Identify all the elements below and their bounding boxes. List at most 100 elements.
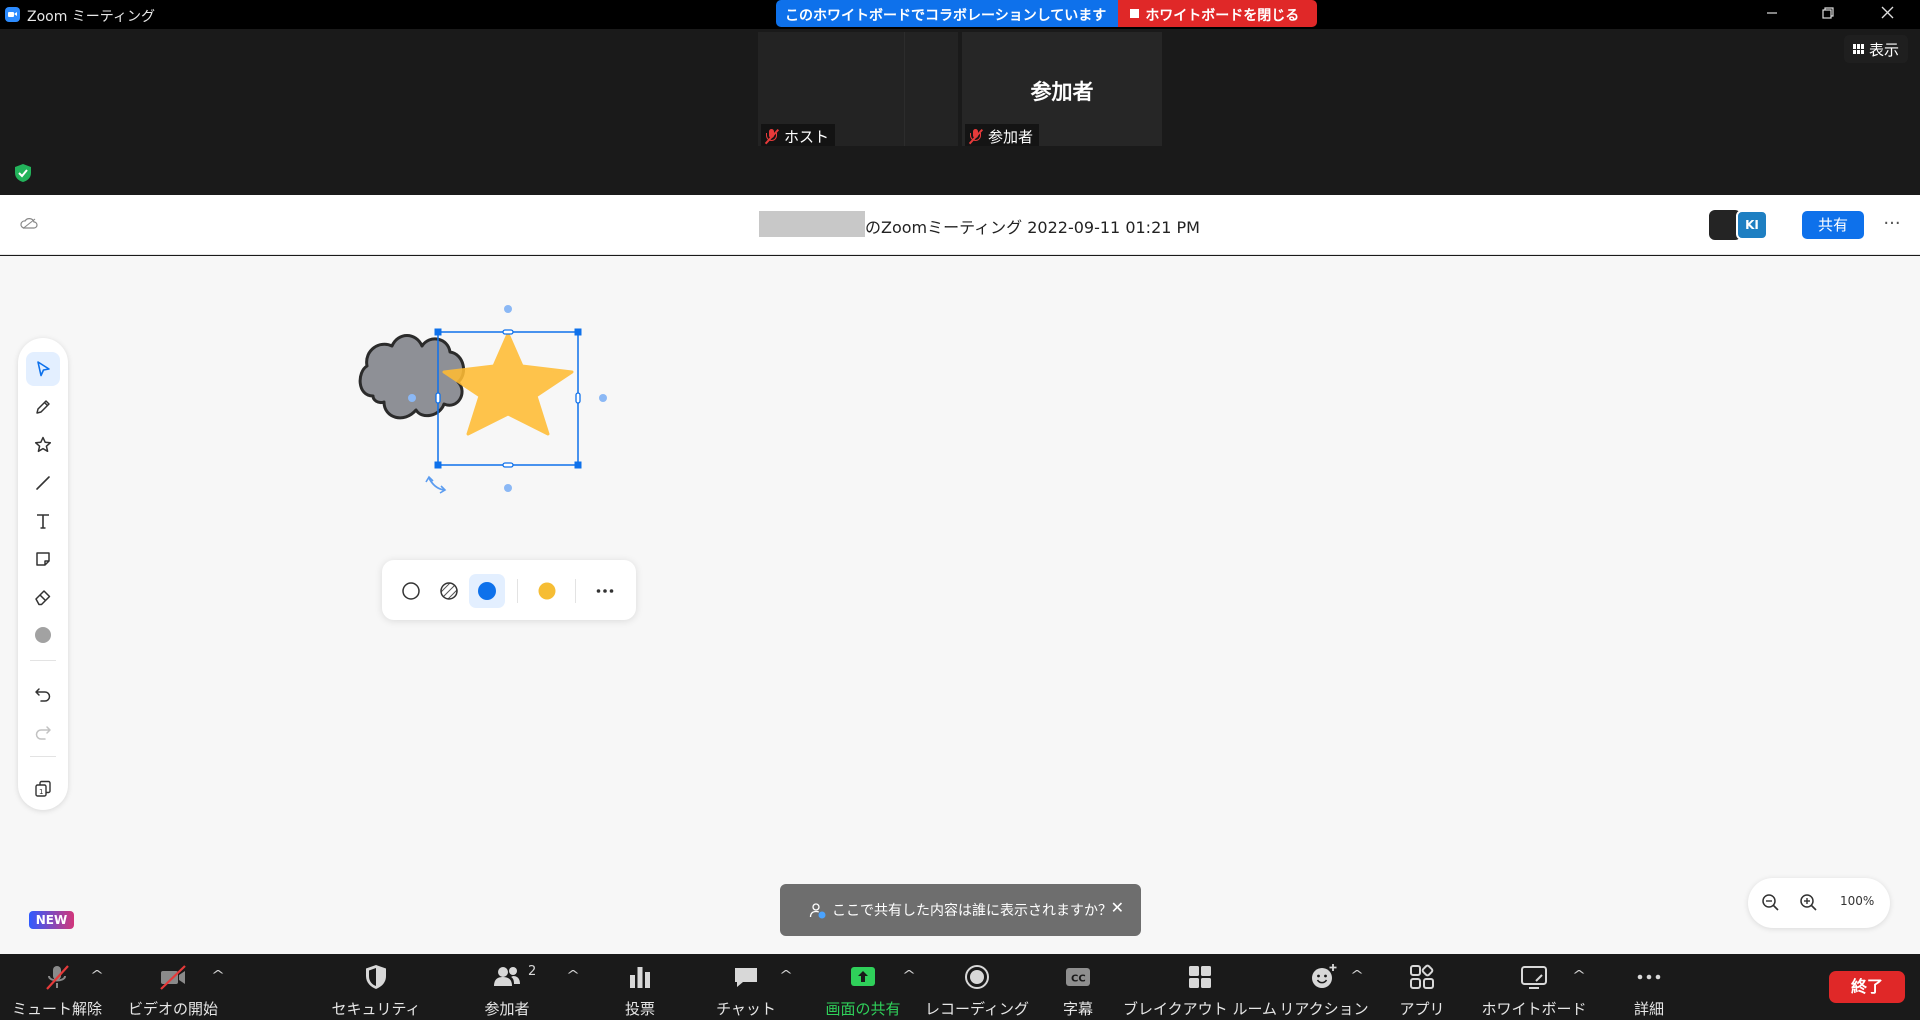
whiteboard-canvas[interactable]: 1 NEW ここで共有した内容は誰に表示されますか？ ✕ 100% <box>0 256 1920 954</box>
hatched-fill-icon <box>440 582 458 600</box>
hatched-fill-button[interactable] <box>431 574 467 608</box>
captions-button[interactable]: CC 字幕 <box>1054 954 1102 1020</box>
pen-tool[interactable] <box>26 390 60 424</box>
close-whiteboard-label: ホワイトボードを閉じる <box>1145 8 1300 24</box>
connector-dot[interactable] <box>408 394 416 402</box>
security-shield-icon[interactable] <box>13 163 33 183</box>
whiteboard-options-caret-icon[interactable]: ^ <box>1572 968 1586 982</box>
restore-icon <box>1822 7 1834 19</box>
no-fill-button[interactable] <box>393 574 429 608</box>
mute-button[interactable]: ミュート解除 <box>12 954 102 1020</box>
user-visibility-icon <box>809 902 826 918</box>
zoom-in-icon[interactable] <box>1798 892 1820 914</box>
resize-handle[interactable] <box>575 392 581 404</box>
end-meeting-button[interactable]: 終了 <box>1829 971 1905 1003</box>
select-tool[interactable] <box>26 352 60 386</box>
eraser-tool[interactable] <box>26 580 60 614</box>
breakout-label: ブレイクアウト ルーム <box>1122 1000 1278 1018</box>
close-whiteboard-button[interactable]: ホワイトボードを閉じる <box>1118 0 1318 27</box>
star-shape[interactable] <box>442 332 574 436</box>
cloud-shape[interactable] <box>358 334 466 420</box>
video-options-caret-icon[interactable]: ^ <box>211 968 225 982</box>
whiteboard-button[interactable]: ホワイトボード <box>1482 954 1587 1020</box>
app-title: Zoom ミーティング <box>27 9 155 25</box>
redacted-host-name <box>759 211 865 237</box>
more-options-icon[interactable]: ··· <box>1880 210 1904 238</box>
resize-handle[interactable] <box>502 329 514 335</box>
chat-bubble-icon <box>729 960 763 994</box>
share-whiteboard-button[interactable]: 共有 <box>1802 211 1864 239</box>
zoom-percent[interactable]: 100% <box>1840 894 1874 908</box>
redo-button[interactable] <box>26 714 60 748</box>
emoji-add-icon <box>1307 960 1341 994</box>
video-tile-host[interactable]: ホスト <box>758 32 958 146</box>
apps-button[interactable]: アプリ <box>1398 954 1446 1020</box>
resize-handle[interactable] <box>435 392 441 404</box>
mute-options-caret-icon[interactable]: ^ <box>90 968 104 982</box>
chat-options-caret-icon[interactable]: ^ <box>779 968 793 982</box>
color-swatch-button[interactable] <box>529 574 565 608</box>
resize-handle[interactable] <box>434 328 442 336</box>
connector-dot[interactable] <box>504 305 512 313</box>
resize-handle[interactable] <box>434 461 442 469</box>
share-screen-label: 画面の共有 <box>825 1000 901 1018</box>
video-tile-participant[interactable]: 参加者 参加者 <box>962 32 1162 146</box>
undo-button[interactable] <box>26 676 60 710</box>
connector-dot[interactable] <box>599 394 607 402</box>
connector-dot[interactable] <box>504 484 512 492</box>
start-video-button[interactable]: ビデオの開始 <box>128 954 218 1020</box>
breakout-rooms-button[interactable]: ブレイクアウト ルーム <box>1123 954 1277 1020</box>
reactions-button[interactable]: リアクション <box>1279 954 1369 1020</box>
resize-handle[interactable] <box>502 462 514 468</box>
resize-handle[interactable] <box>574 328 582 336</box>
poll-button[interactable]: 投票 <box>612 954 668 1020</box>
captions-label: 字幕 <box>1062 1000 1093 1018</box>
color-tool[interactable] <box>26 618 60 652</box>
restore-button[interactable] <box>1808 3 1848 25</box>
text-tool[interactable] <box>26 504 60 538</box>
more-dots-icon <box>1632 960 1666 994</box>
share-screen-arrow-icon <box>846 960 880 994</box>
canvas-shapes[interactable] <box>340 294 620 514</box>
toast-text: ここで共有した内容は誰に表示されますか？ <box>832 903 1112 919</box>
reactions-label: リアクション <box>1279 1000 1369 1018</box>
close-toast-icon[interactable]: ✕ <box>1111 898 1124 917</box>
participants-options-caret-icon[interactable]: ^ <box>566 968 580 982</box>
whiteboard-collab-label: このホワイトボードでコラボレーションしています <box>776 0 1119 27</box>
more-button[interactable]: 詳細 <box>1626 954 1672 1020</box>
chat-button[interactable]: チャット <box>714 954 778 1020</box>
pencil-icon <box>36 400 50 414</box>
share-visibility-toast[interactable]: ここで共有した内容は誰に表示されますか？ ✕ <box>780 884 1141 936</box>
sticky-note-tool[interactable] <box>26 542 60 576</box>
shapes-tool[interactable] <box>26 428 60 462</box>
cloud-sync-icon[interactable] <box>20 217 38 229</box>
share-options-caret-icon[interactable]: ^ <box>902 968 916 982</box>
solid-fill-icon <box>478 582 496 600</box>
whiteboard-title[interactable]: のZoomミーティング 2022-09-11 01:21 PM <box>865 214 1200 238</box>
svg-text:1: 1 <box>39 788 43 796</box>
pages-button[interactable]: 1 <box>26 772 60 806</box>
line-tool[interactable] <box>26 466 60 500</box>
minimize-button[interactable] <box>1752 3 1792 25</box>
avatar-ki[interactable]: KI <box>1736 210 1768 240</box>
eraser-icon <box>35 590 51 606</box>
solid-fill-button[interactable] <box>469 574 505 608</box>
share-screen-button[interactable]: 画面の共有 <box>818 954 908 1020</box>
resize-handle[interactable] <box>574 461 582 469</box>
view-button[interactable]: 表示 <box>1844 35 1908 63</box>
apps-label: アプリ <box>1399 1000 1445 1018</box>
security-label: セキュリティ <box>331 1000 421 1018</box>
rotate-handle-icon[interactable] <box>425 475 447 494</box>
toolbar-divider <box>30 660 56 661</box>
reactions-options-caret-icon[interactable]: ^ <box>1350 968 1364 982</box>
recording-button[interactable]: レコーディング <box>925 954 1029 1020</box>
title-bar: Zoom ミーティング このホワイトボードでコラボレーションしています ホワイト… <box>0 0 1920 29</box>
star-outline-icon <box>34 436 52 453</box>
closed-caption-icon: CC <box>1061 960 1095 994</box>
zoom-out-icon[interactable] <box>1760 892 1782 914</box>
close-window-button[interactable] <box>1867 3 1907 25</box>
video-off-icon <box>156 960 190 994</box>
more-button[interactable] <box>587 574 623 608</box>
mic-muted-icon <box>40 960 74 994</box>
security-button[interactable]: セキュリティ <box>331 954 421 1020</box>
